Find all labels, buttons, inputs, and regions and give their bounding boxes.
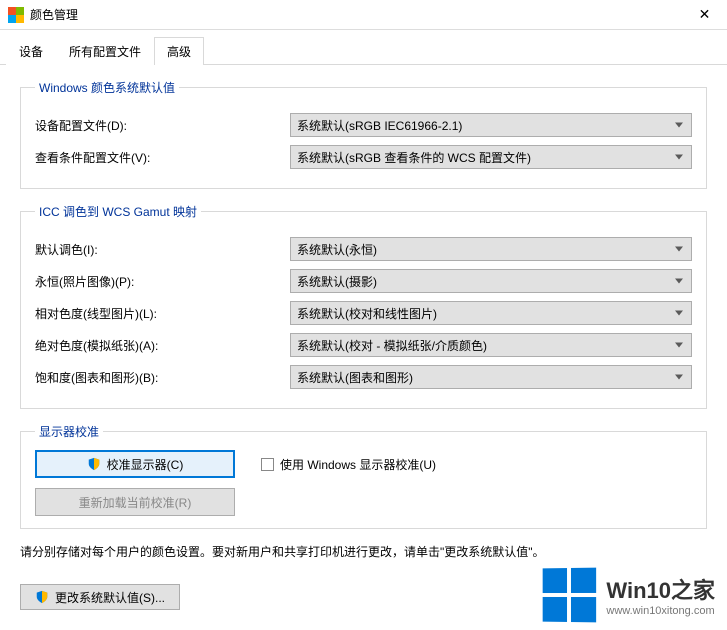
saturation-combo[interactable]: 系统默认(图表和图形) [290,365,692,389]
close-button[interactable]: ✕ [682,0,727,30]
tab-advanced[interactable]: 高级 [154,37,204,65]
reload-calibration-button[interactable]: 重新加载当前校准(R) [35,488,235,516]
saturation-value: 系统默认(图表和图形) [297,369,413,386]
viewing-profile-label: 查看条件配置文件(V): [35,149,290,166]
tab-profiles-label: 所有配置文件 [69,45,141,59]
saturation-label: 饱和度(图表和图形)(B): [35,369,290,386]
group-color-defaults-legend: Windows 颜色系统默认值 [35,79,179,96]
change-system-defaults-label: 更改系统默认值(S)... [55,589,165,606]
relative-value: 系统默认(校对和线性图片) [297,305,437,322]
app-icon [8,7,24,23]
perpetual-label: 永恒(照片图像)(P): [35,273,290,290]
windows-logo-icon [543,568,596,623]
group-display-calibration: 显示器校准 校准显示器(C) 重新加载当前校准(R) 使用 Windows 显示… [20,423,707,529]
watermark-url: www.win10xitong.com [606,605,715,617]
reload-calibration-label: 重新加载当前校准(R) [79,494,192,511]
calibrate-display-button[interactable]: 校准显示器(C) [35,450,235,478]
default-intent-value: 系统默认(永恒) [297,241,377,258]
calibrate-display-label: 校准显示器(C) [107,456,184,473]
tab-advanced-label: 高级 [167,45,191,59]
tab-content: Windows 颜色系统默认值 设备配置文件(D): 系统默认(sRGB IEC… [0,65,727,610]
absolute-combo[interactable]: 系统默认(校对 - 模拟纸张/介质颜色) [290,333,692,357]
device-profile-value: 系统默认(sRGB IEC61966-2.1) [297,117,462,134]
use-windows-calibration-row: 使用 Windows 显示器校准(U) [261,450,436,473]
viewing-profile-value: 系统默认(sRGB 查看条件的 WCS 配置文件) [297,149,531,166]
tab-device[interactable]: 设备 [6,37,56,65]
group-icc-mapping: ICC 调色到 WCS Gamut 映射 默认调色(I): 系统默认(永恒) 永… [20,203,707,409]
absolute-value: 系统默认(校对 - 模拟纸张/介质颜色) [297,337,487,354]
use-windows-calibration-checkbox[interactable] [261,458,274,471]
note-text: 请分别存储对每个用户的颜色设置。要对新用户和共享打印机进行更改，请单击"更改系统… [20,543,707,562]
titlebar: 颜色管理 ✕ [0,0,727,30]
group-icc-legend: ICC 调色到 WCS Gamut 映射 [35,203,201,220]
tab-device-label: 设备 [19,45,43,59]
group-calib-legend: 显示器校准 [35,423,103,440]
tab-profiles[interactable]: 所有配置文件 [56,37,154,65]
window-title: 颜色管理 [30,6,78,23]
close-icon: ✕ [699,6,711,23]
shield-icon [35,590,49,604]
shield-icon [87,457,101,471]
use-windows-calibration-label: 使用 Windows 显示器校准(U) [280,456,436,473]
device-profile-label: 设备配置文件(D): [35,117,290,134]
watermark-title: Win10之家 [606,573,715,605]
tab-strip: 设备 所有配置文件 高级 [0,30,727,65]
relative-label: 相对色度(线型图片)(L): [35,305,290,322]
perpetual-value: 系统默认(摄影) [297,273,377,290]
titlebar-left: 颜色管理 [8,6,78,23]
watermark: Win10之家 www.win10xitong.com [542,568,715,622]
default-intent-combo[interactable]: 系统默认(永恒) [290,237,692,261]
perpetual-combo[interactable]: 系统默认(摄影) [290,269,692,293]
viewing-profile-combo[interactable]: 系统默认(sRGB 查看条件的 WCS 配置文件) [290,145,692,169]
device-profile-combo[interactable]: 系统默认(sRGB IEC61966-2.1) [290,113,692,137]
relative-combo[interactable]: 系统默认(校对和线性图片) [290,301,692,325]
change-system-defaults-button[interactable]: 更改系统默认值(S)... [20,584,180,610]
absolute-label: 绝对色度(模拟纸张)(A): [35,337,290,354]
default-intent-label: 默认调色(I): [35,241,290,258]
group-color-defaults: Windows 颜色系统默认值 设备配置文件(D): 系统默认(sRGB IEC… [20,79,707,189]
